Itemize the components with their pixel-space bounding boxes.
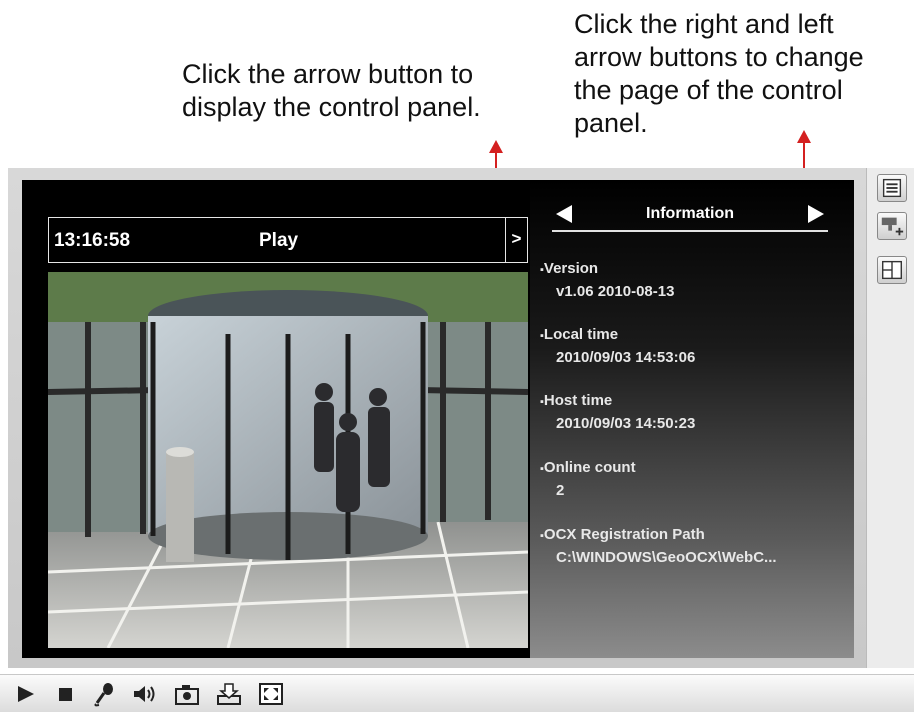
fullscreen-icon[interactable] <box>256 680 286 708</box>
ptz-icon[interactable] <box>877 212 907 240</box>
info-header: Information <box>552 200 828 232</box>
info-value: 2010/09/03 14:53:06 <box>556 349 696 366</box>
side-toolbar <box>866 168 914 668</box>
video-status: Play <box>259 230 299 251</box>
snapshot-icon[interactable] <box>172 680 202 708</box>
video-panel: 13:16:58 Play > <box>22 180 530 658</box>
next-page-arrow[interactable] <box>808 205 824 223</box>
callout-page-arrows: Click the right and left arrow buttons t… <box>574 8 864 140</box>
info-label: Version <box>540 260 598 277</box>
info-item-local-time: Local time 2010/09/03 14:53:06 <box>540 324 695 369</box>
callout-control-panel: Click the arrow button to display the co… <box>182 58 481 124</box>
microphone-icon[interactable] <box>90 680 120 708</box>
video-status-bar: 13:16:58 Play > <box>48 217 528 263</box>
bottom-toolbar <box>0 674 914 712</box>
info-value: 2010/09/03 14:50:23 <box>556 415 696 432</box>
play-icon[interactable] <box>10 680 40 708</box>
list-icon[interactable] <box>877 174 907 202</box>
callout-line: display the control panel. <box>182 92 481 122</box>
info-item-ocx-path: OCX Registration Path C:\WINDOWS\GeoOCX\… <box>540 524 777 569</box>
speaker-icon[interactable] <box>130 680 160 708</box>
info-value: v1.06 2010-08-13 <box>556 283 675 300</box>
info-item-host-time: Host time 2010/09/03 14:50:23 <box>540 390 695 435</box>
info-item-online-count: Online count 2 <box>540 457 636 502</box>
callout-line: arrow buttons to change <box>574 42 864 72</box>
info-item-version: Version v1.06 2010-08-13 <box>540 258 674 303</box>
video-time: 13:16:58 <box>54 230 131 251</box>
callout-line: Click the right and left <box>574 9 834 39</box>
info-value: C:\WINDOWS\GeoOCX\WebC... <box>556 549 777 566</box>
callout-line: the page of the control <box>574 75 843 105</box>
info-value: 2 <box>556 482 565 499</box>
panel-toggle-button[interactable]: > <box>505 218 527 262</box>
camera-view[interactable] <box>48 272 528 648</box>
info-label: Online count <box>540 459 636 476</box>
callout-line: Click the arrow button to <box>182 59 474 89</box>
info-label: Host time <box>540 392 612 409</box>
info-title: Information <box>646 205 734 222</box>
info-label: Local time <box>540 326 618 343</box>
callout-line: panel. <box>574 108 648 138</box>
save-icon[interactable] <box>214 680 244 708</box>
info-panel: Information Version v1.06 2010-08-13 Loc… <box>530 180 854 658</box>
info-label: OCX Registration Path <box>540 526 705 543</box>
layout-icon[interactable] <box>877 256 907 284</box>
stop-icon[interactable] <box>50 680 80 708</box>
